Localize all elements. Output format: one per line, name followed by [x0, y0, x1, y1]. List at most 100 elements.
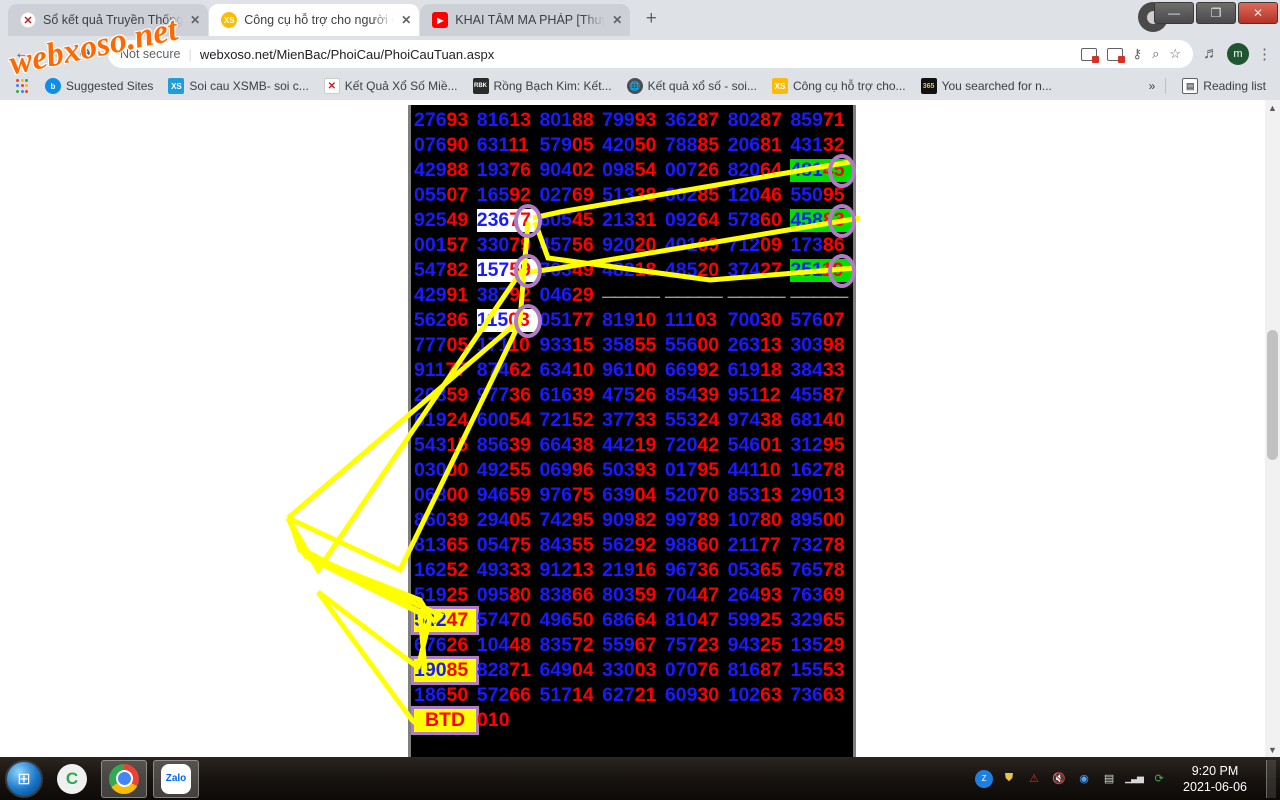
scroll-down-button[interactable]: ▼: [1265, 742, 1280, 757]
reload-button[interactable]: ⟳: [72, 40, 100, 68]
bookmark-label: Công cụ hỗ trợ cho...: [792, 79, 906, 93]
bookmark-item-2[interactable]: ✕ Kết Quả Xổ Số Miề...: [318, 75, 464, 97]
volume-muted-icon[interactable]: 🔇: [1050, 770, 1068, 788]
number-prefix: 820: [727, 159, 761, 181]
number-suffix: 04: [634, 484, 657, 506]
vertical-scrollbar[interactable]: ▲ ▼: [1265, 100, 1280, 757]
number-cell: 57266: [477, 684, 539, 707]
taskbar-item-zalo[interactable]: Zalo: [153, 759, 199, 798]
taskbar-item-chrome[interactable]: [101, 759, 147, 798]
signal-icon[interactable]: ▁▃▅: [1125, 770, 1144, 788]
number-cell: 00157: [414, 234, 476, 257]
bookmark-item-3[interactable]: RBK Rồng Bạch Kim: Kết...: [467, 75, 618, 97]
number-prefix: 816: [476, 109, 510, 131]
number-prefix: 802: [727, 109, 761, 131]
bookmark-item-1[interactable]: XS Soi cau XSMB- soi c...: [162, 75, 314, 97]
number-suffix: 77: [445, 359, 468, 381]
number-cell: 45587: [790, 384, 852, 407]
number-cell: 86039: [414, 509, 476, 532]
bookmark-item-0[interactable]: b Suggested Sites: [39, 75, 159, 97]
number-prefix: 763: [539, 259, 572, 281]
close-button[interactable]: ✕: [1238, 2, 1278, 24]
reading-list-button[interactable]: ▤ Reading list: [1176, 75, 1272, 97]
number-prefix: 358: [602, 334, 635, 356]
number-suffix: 36: [509, 384, 531, 406]
tab-close-button[interactable]: ✕: [190, 14, 200, 26]
number-prefix: 429: [414, 159, 447, 181]
tab-close-button[interactable]: ✕: [401, 14, 411, 26]
blocked-popup-icon[interactable]: [1080, 47, 1099, 63]
chrome-menu-icon[interactable]: ⋮: [1257, 47, 1272, 62]
tab-close-button[interactable]: ✕: [612, 14, 622, 26]
number-suffix: 03: [634, 659, 657, 681]
zoom-search-icon[interactable]: ⌕: [1152, 46, 1159, 62]
password-key-icon[interactable]: ⚷: [1133, 46, 1143, 62]
number-suffix: 78: [822, 559, 845, 581]
browser-tab-0[interactable]: ✕ Sổ kết quả Truyền Thống ✕: [8, 4, 209, 36]
show-desktop-button[interactable]: [1266, 759, 1276, 798]
number-cell: 07076: [665, 659, 727, 682]
number-prefix: 211: [727, 534, 760, 556]
start-button[interactable]: ⊞: [5, 759, 43, 798]
number-suffix: 39: [446, 509, 469, 531]
browser-tab-2[interactable]: ▶ KHAI TÂM MA PHÁP [Thuyết Min ✕: [420, 4, 631, 36]
number-prefix: 843: [539, 534, 572, 556]
number-suffix: 60: [697, 534, 720, 556]
ime-icon[interactable]: ▤: [1100, 770, 1118, 788]
scroll-up-button[interactable]: ▲: [1265, 100, 1280, 115]
number-suffix: 27: [760, 259, 782, 281]
browser-tray-icon[interactable]: ◉: [1075, 770, 1093, 788]
update-icon[interactable]: ⟳: [1150, 770, 1168, 788]
scrollbar-thumb[interactable]: [1267, 330, 1278, 460]
maximize-button[interactable]: ❐: [1196, 2, 1236, 24]
taskbar-clock[interactable]: 9:20 PM 2021-06-06: [1175, 763, 1255, 795]
number-suffix: 90: [446, 134, 469, 156]
number-suffix: 33: [509, 559, 531, 581]
browser-tab-1[interactable]: XS Công cụ hỗ trợ cho người chơi xổ ✕: [209, 4, 420, 36]
number-suffix: 03: [695, 309, 717, 331]
number-suffix: 010: [477, 709, 510, 731]
number-suffix: 53: [822, 659, 845, 681]
blocked-cookie-icon[interactable]: [1106, 47, 1125, 63]
number-cell: 71209: [728, 234, 790, 257]
apps-shortcut[interactable]: [8, 75, 36, 97]
youtube-icon: ▶: [432, 12, 449, 28]
number-prefix: 904: [539, 159, 572, 181]
number-cell: 17386: [790, 234, 852, 257]
number-prefix: 799: [602, 109, 635, 131]
number-suffix: 12: [759, 384, 781, 406]
number-suffix: 71: [509, 659, 531, 681]
bookmark-item-5[interactable]: XS Công cụ hỗ trợ cho...: [766, 75, 912, 97]
number-prefix: 053: [727, 559, 761, 581]
bookmark-item-4[interactable]: 🌐 Kết quả xổ số - soi...: [621, 75, 763, 97]
taskbar-item-coccoc[interactable]: C: [49, 760, 95, 798]
forward-button[interactable]: →: [40, 40, 68, 68]
new-tab-button[interactable]: +: [637, 5, 665, 33]
number-suffix: 59: [446, 384, 469, 406]
media-control-icon[interactable]: ♬: [1203, 45, 1219, 63]
empty-cell: [790, 284, 852, 307]
number-prefix: 546: [727, 434, 761, 456]
bookmarks-overflow-button[interactable]: »: [1149, 79, 1156, 93]
number-suffix: 65: [822, 609, 845, 631]
number-cell: 73278: [790, 534, 852, 557]
number-prefix: 562: [602, 534, 635, 556]
minimize-button[interactable]: —: [1154, 2, 1194, 24]
bookmark-item-6[interactable]: 365 You searched for n...: [915, 75, 1058, 97]
profile-avatar[interactable]: m: [1227, 43, 1249, 65]
number-suffix: 81: [760, 134, 782, 156]
lottery-number-grid-canvas: 27693 81613 80188 79993 36287 80287 85971 07690…: [408, 105, 857, 760]
number-cell: 82871: [477, 659, 539, 682]
number-cell: 55095: [790, 184, 852, 207]
number-suffix: 48: [509, 634, 531, 656]
address-bar[interactable]: Not secure | webxoso.net/MienBac/PhoiCau…: [108, 40, 1193, 68]
number-cell: 29405: [477, 509, 539, 532]
back-button[interactable]: ←: [8, 40, 36, 68]
zalo-tray-icon[interactable]: Z: [975, 769, 994, 788]
number-grid: 27693 81613 80188 79993 36287 80287 85971 07690…: [411, 105, 857, 735]
network-disconnected-icon[interactable]: ⚠: [1025, 770, 1043, 788]
bookmark-star-icon[interactable]: ☆: [1169, 46, 1181, 62]
number-prefix: 763: [790, 584, 823, 606]
shield-icon[interactable]: ⛊: [1000, 770, 1018, 788]
number-prefix: 634: [539, 359, 572, 381]
